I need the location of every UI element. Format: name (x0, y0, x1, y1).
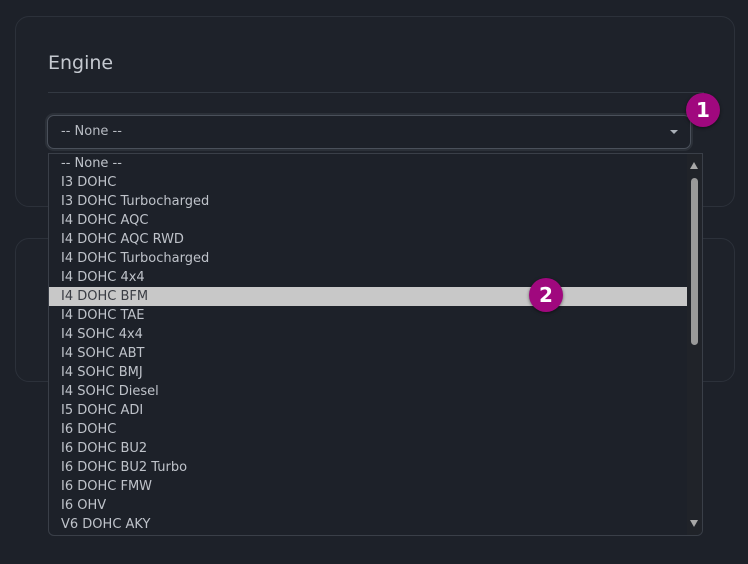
dropdown-option[interactable]: -- None -- (49, 154, 687, 173)
scrollbar[interactable] (687, 154, 702, 535)
badge-1: 1 (686, 93, 720, 127)
dropdown-option[interactable]: I6 DOHC (49, 420, 687, 439)
dropdown-option[interactable]: I4 SOHC 4x4 (49, 325, 687, 344)
engine-select[interactable]: -- None -- (47, 115, 691, 149)
dropdown-option[interactable]: I5 DOHC ADI (49, 401, 687, 420)
chevron-down-icon (670, 130, 678, 134)
dropdown-option[interactable]: I6 DOHC BU2 (49, 439, 687, 458)
dropdown-option[interactable]: I6 OHV (49, 496, 687, 515)
dropdown-option[interactable]: I4 SOHC ABT (49, 344, 687, 363)
select-value: -- None -- (61, 124, 122, 139)
dropdown-option[interactable]: I4 DOHC TAE (49, 306, 687, 325)
divider (48, 92, 704, 93)
dropdown-option[interactable]: I6 DOHC BU2 Turbo (49, 458, 687, 477)
engine-title: Engine (48, 52, 114, 74)
dropdown-option[interactable]: I4 DOHC 4x4 (49, 268, 687, 287)
scroll-up-icon[interactable] (690, 162, 698, 169)
badge-2: 2 (529, 278, 563, 312)
engine-dropdown-list[interactable]: -- None -- I3 DOHC I3 DOHC Turbocharged I4 … (48, 153, 703, 536)
dropdown-option[interactable]: V6 DOHC AKY (49, 515, 687, 534)
dropdown-option[interactable]: I4 SOHC BMJ (49, 363, 687, 382)
dropdown-option[interactable]: I3 DOHC Turbocharged (49, 192, 687, 211)
dropdown-option[interactable]: I4 DOHC AQC RWD (49, 230, 687, 249)
scroll-down-icon[interactable] (690, 520, 698, 527)
dropdown-option[interactable]: I4 DOHC AQC (49, 211, 687, 230)
scrollbar-thumb[interactable] (691, 178, 698, 345)
dropdown-option[interactable]: I4 DOHC Turbocharged (49, 249, 687, 268)
dropdown-option[interactable]: I3 DOHC (49, 173, 687, 192)
dropdown-option[interactable]: I6 DOHC FMW (49, 477, 687, 496)
dropdown-option[interactable]: I4 SOHC Diesel (49, 382, 687, 401)
dropdown-option[interactable]: I4 DOHC BFM (49, 287, 687, 306)
